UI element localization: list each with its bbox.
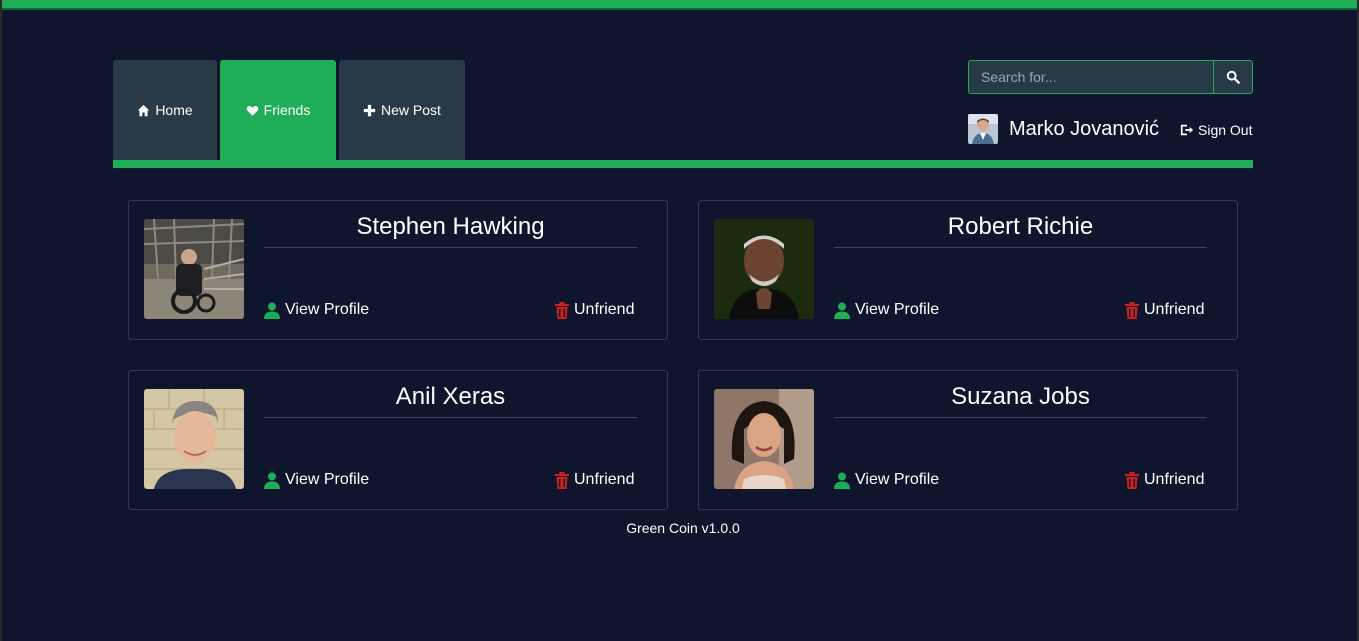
name-divider: [264, 247, 637, 248]
friend-name: Suzana Jobs: [951, 383, 1090, 410]
unfriend-button[interactable]: Unfriend: [555, 471, 634, 489]
view-profile-button[interactable]: View Profile: [834, 471, 939, 489]
unfriend-label: Unfriend: [574, 471, 635, 488]
view-profile-label: View Profile: [855, 471, 940, 488]
user-icon: [834, 472, 850, 489]
plus-icon: [363, 104, 376, 116]
view-profile-button[interactable]: View Profile: [264, 301, 369, 319]
unfriend-button[interactable]: Unfriend: [1125, 471, 1204, 489]
top-accent-bar: [0, 0, 1359, 10]
nav-underline: [113, 160, 1253, 168]
friend-card: Robert Richie View Profile Unfriend: [698, 200, 1238, 340]
unfriend-label: Unfriend: [1144, 471, 1205, 488]
tab-new-post[interactable]: New Post: [339, 60, 465, 160]
search-input[interactable]: [968, 60, 1213, 94]
user-icon: [264, 472, 280, 489]
main-nav: Home Friends New Post: [113, 60, 468, 160]
name-divider: [834, 247, 1207, 248]
search-icon: [1226, 70, 1240, 84]
user-icon: [264, 302, 280, 319]
friend-photo[interactable]: [144, 389, 244, 489]
friend-photo[interactable]: [144, 219, 244, 319]
view-profile-label: View Profile: [285, 471, 370, 488]
search-button[interactable]: [1213, 60, 1253, 94]
tab-home-label: Home: [155, 102, 193, 118]
avatar[interactable]: [968, 114, 998, 144]
friend-photo[interactable]: [714, 219, 814, 319]
sign-out-label: Sign Out: [1198, 122, 1253, 138]
name-divider: [264, 417, 637, 418]
friend-photo[interactable]: [714, 389, 814, 489]
view-profile-button[interactable]: View Profile: [834, 301, 939, 319]
friend-card: Anil Xeras View Profile Unfriend: [128, 370, 668, 510]
tab-friends[interactable]: Friends: [220, 60, 336, 160]
tab-new-post-label: New Post: [381, 102, 441, 118]
home-icon: [138, 104, 150, 116]
friend-name: Anil Xeras: [395, 383, 506, 410]
tab-friends-label: Friends: [263, 102, 311, 118]
unfriend-label: Unfriend: [1144, 301, 1205, 318]
view-profile-label: View Profile: [285, 301, 370, 318]
heart-icon: [246, 105, 258, 116]
view-profile-button[interactable]: View Profile: [264, 471, 369, 489]
trash-icon: [555, 301, 569, 319]
sign-out-icon: [1180, 124, 1194, 136]
trash-icon: [555, 471, 569, 489]
trash-icon: [1125, 471, 1139, 489]
user-name: Marko Jovanović: [1009, 117, 1160, 140]
view-profile-label: View Profile: [855, 301, 940, 318]
current-user[interactable]: Marko Jovanović: [968, 114, 1159, 144]
friend-name: Stephen Hawking: [356, 213, 545, 240]
user-icon: [834, 302, 850, 319]
search-bar: [968, 60, 1253, 94]
name-divider: [834, 417, 1207, 418]
version-footer: Green Coin v1.0.0: [626, 520, 740, 536]
friend-card: Stephen Hawking View Profile Unfriend: [128, 200, 668, 340]
unfriend-button[interactable]: Unfriend: [1125, 301, 1204, 319]
unfriend-label: Unfriend: [574, 301, 635, 318]
sign-out-link[interactable]: Sign Out: [1180, 122, 1252, 138]
friend-card: Suzana Jobs View Profile Unfriend: [698, 370, 1238, 510]
unfriend-button[interactable]: Unfriend: [555, 301, 634, 319]
tab-home[interactable]: Home: [113, 60, 217, 160]
friend-name: Robert Richie: [947, 213, 1094, 240]
trash-icon: [1125, 301, 1139, 319]
